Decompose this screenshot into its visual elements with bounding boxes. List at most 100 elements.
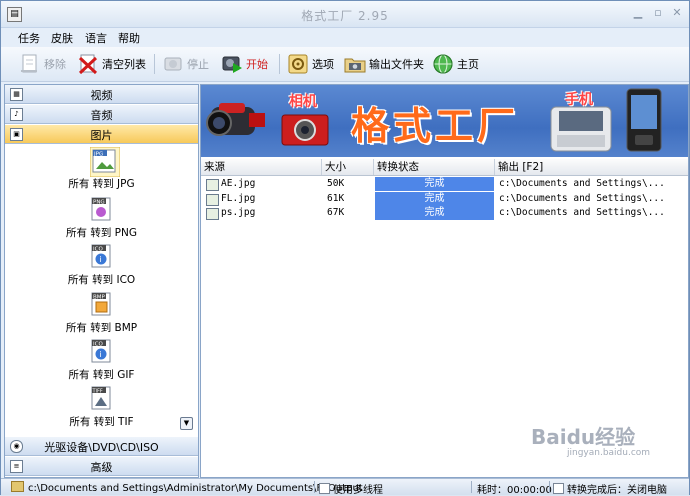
output-path: c:\Documents and Settings\Administrator\…	[28, 483, 363, 494]
svg-text:i: i	[100, 350, 102, 359]
image-file-icon	[206, 208, 219, 220]
output-folder-shortcut[interactable]: c:\Documents and Settings\Administrator\…	[11, 481, 363, 494]
home-button[interactable]: 主页	[432, 51, 479, 77]
svg-text:ICO: ICO	[93, 247, 103, 253]
start-button[interactable]: 开始	[221, 51, 268, 77]
table-row[interactable]: ps.jpg 67K 完成 c:\Documents and Settings\…	[201, 206, 688, 220]
banner-title: 格式工厂	[351, 103, 520, 148]
play-icon	[221, 53, 243, 75]
multithread-label: 使用多线程	[333, 485, 383, 496]
remove-button[interactable]: 移除	[19, 51, 66, 77]
camcorder-icon	[205, 95, 271, 150]
convert-to-ico[interactable]: ICO i 所有 转到 ICO	[5, 243, 198, 289]
phone-icon	[549, 105, 613, 156]
output-folder-button[interactable]: 输出文件夹	[344, 51, 424, 77]
convert-to-tif[interactable]: TIFF 所有 转到 TIF	[5, 385, 198, 431]
category-audio[interactable]: ♪ 音频	[5, 105, 198, 124]
clear-list-button[interactable]: 清空列表	[77, 51, 146, 77]
tif-file-icon: TIFF	[90, 385, 112, 411]
category-video[interactable]: ▦ 视频	[5, 85, 198, 104]
category-image[interactable]: ▣ 图片	[5, 125, 198, 144]
status-divider	[314, 481, 315, 493]
globe-icon	[432, 53, 454, 75]
title-bar: ▤ 格式工厂 2.95 ▁ ▫ ✕	[1, 1, 689, 28]
row-status: 完成	[375, 177, 494, 191]
shutdown-after-checkbox[interactable]: 转换完成后：关闭电脑	[553, 481, 667, 496]
col-source[interactable]: 来源	[201, 159, 322, 175]
status-divider	[471, 481, 472, 493]
toolbar-separator	[279, 54, 280, 74]
category-rom-device[interactable]: ◉ 光驱设备\DVD\CD\ISO	[5, 437, 198, 456]
toolbar: 移除 清空列表 停止 开始 选项 输出文件夹 主页	[1, 47, 689, 82]
window-title: 格式工厂 2.95	[301, 9, 389, 23]
table-row[interactable]: FL.jpg 61K 完成 c:\Documents and Settings\…	[201, 192, 688, 206]
menu-task[interactable]: 任务	[18, 30, 40, 46]
toolbar-separator	[154, 54, 155, 74]
row-output: c:\Documents and Settings\...	[499, 178, 665, 189]
scroll-down-button[interactable]: ▼	[180, 417, 193, 430]
clear-list-icon	[77, 53, 99, 75]
stop-button[interactable]: 停止	[162, 51, 209, 77]
ico-file-icon: ICO i	[90, 243, 112, 269]
category-advanced[interactable]: ≡ 高级	[5, 457, 198, 476]
task-panel: 相机 格式工厂 手机 来源 大小 转换状态 输出 [F2] AE.jpg 50K…	[200, 84, 689, 478]
table-row[interactable]: AE.jpg 50K 完成 c:\Documents and Settings\…	[201, 177, 688, 191]
row-size: 50K	[327, 178, 345, 189]
svg-text:JPG: JPG	[93, 152, 103, 158]
elapsed-time: 耗时：00:00:00	[477, 485, 552, 496]
menu-help[interactable]: 帮助	[118, 30, 140, 46]
menu-skin[interactable]: 皮肤	[51, 30, 73, 46]
menu-bar: 任务 皮肤 语言 帮助	[1, 28, 689, 46]
row-status: 完成	[375, 206, 494, 220]
checkbox-box	[319, 483, 330, 494]
multithread-checkbox[interactable]: 使用多线程	[319, 481, 383, 496]
pda-icon	[625, 87, 665, 156]
status-bar: c:\Documents and Settings\Administrator\…	[1, 478, 689, 496]
watermark-url: jingyan.baidu.com	[567, 448, 651, 458]
svg-text:i: i	[100, 255, 102, 264]
row-status: 完成	[375, 192, 494, 206]
convert-to-bmp[interactable]: BMP 所有 转到 BMP	[5, 291, 198, 337]
bmp-file-icon: BMP	[90, 291, 112, 317]
camera-tag: 相机	[289, 94, 317, 110]
image-file-icon	[206, 194, 219, 206]
app-window: ▤ 格式工厂 2.95 ▁ ▫ ✕ 任务 皮肤 语言 帮助 移除 清空列表 停止…	[0, 0, 690, 496]
col-size[interactable]: 大小	[322, 159, 374, 175]
row-source: AE.jpg	[221, 178, 256, 189]
convert-to-png[interactable]: PNG 所有 转到 PNG	[5, 196, 198, 242]
watermark: Baidu经验	[531, 425, 636, 449]
checkbox-box	[553, 483, 564, 494]
gear-icon	[287, 53, 309, 75]
shutdown-label: 转换完成后：关闭电脑	[567, 485, 667, 496]
folder-icon	[11, 481, 24, 492]
gif-file-icon: ICO i	[90, 338, 112, 364]
row-output: c:\Documents and Settings\...	[499, 207, 665, 218]
table-header: 来源 大小 转换状态 输出 [F2]	[201, 159, 688, 176]
row-size: 67K	[327, 207, 345, 218]
row-source: ps.jpg	[221, 207, 256, 218]
document-icon	[19, 53, 41, 75]
col-status[interactable]: 转换状态	[374, 159, 495, 175]
status-divider	[549, 481, 550, 493]
jpg-file-icon: JPG	[89, 146, 121, 178]
convert-to-gif[interactable]: ICO i 所有 转到 GIF	[5, 338, 198, 384]
stop-icon	[162, 53, 184, 75]
maximize-button[interactable]: ▫	[651, 7, 665, 20]
row-output: c:\Documents and Settings\...	[499, 193, 665, 204]
svg-text:TIFF: TIFF	[92, 389, 103, 395]
png-file-icon: PNG	[90, 196, 112, 222]
col-output[interactable]: 输出 [F2]	[495, 159, 688, 175]
minimize-button[interactable]: ▁	[631, 7, 645, 20]
svg-text:PNG: PNG	[93, 200, 105, 206]
image-file-icon	[206, 179, 219, 191]
row-source: FL.jpg	[221, 193, 256, 204]
row-size: 61K	[327, 193, 345, 204]
banner: 相机 格式工厂 手机	[201, 85, 688, 157]
camera-icon	[281, 111, 331, 150]
svg-text:ICO: ICO	[93, 342, 103, 348]
close-button[interactable]: ✕	[670, 7, 684, 20]
menu-language[interactable]: 语言	[85, 30, 107, 46]
options-button[interactable]: 选项	[287, 51, 334, 77]
function-panel: ▦ 视频 ♪ 音频 ▣ 图片 JPG 所有 转到 JPG PNG 所有 转到 P…	[4, 84, 199, 478]
convert-to-jpg[interactable]: JPG 所有 转到 JPG	[5, 146, 198, 193]
